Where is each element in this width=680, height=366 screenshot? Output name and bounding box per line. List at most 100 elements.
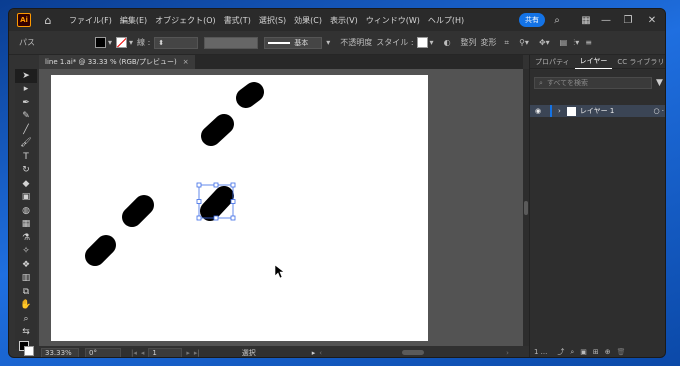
eyedropper-tool-icon[interactable]: ⚗ bbox=[15, 231, 37, 245]
home-icon[interactable]: ⌂ bbox=[41, 13, 55, 27]
layer-name[interactable]: レイヤー 1 bbox=[580, 106, 614, 116]
workspace-icon[interactable]: ▦ bbox=[579, 13, 593, 27]
arrange-icon[interactable]: ▤ bbox=[560, 38, 568, 47]
rotation-field[interactable]: 0° bbox=[85, 347, 121, 357]
artboard-tool-icon[interactable]: ⧉ bbox=[15, 285, 37, 299]
locate-object-icon[interactable]: ⌕ bbox=[570, 348, 574, 357]
opacity-label[interactable]: 不透明度 bbox=[340, 37, 372, 48]
expand-chevron-icon[interactable]: › bbox=[558, 107, 561, 115]
brush-definition-dropdown[interactable]: 基本 bbox=[264, 36, 323, 49]
menu-effect[interactable]: 効果(C) bbox=[290, 15, 326, 26]
resize-handle[interactable] bbox=[196, 182, 202, 188]
dash-segment-1[interactable] bbox=[85, 235, 116, 266]
horizontal-scrollbar-thumb[interactable] bbox=[402, 350, 425, 355]
minimize-icon[interactable]: — bbox=[599, 13, 613, 27]
canvas-area[interactable] bbox=[39, 69, 523, 347]
status-menu-icon[interactable]: ▸ bbox=[312, 349, 316, 357]
selected-dash-segment[interactable] bbox=[200, 186, 234, 221]
resize-handle[interactable] bbox=[196, 215, 202, 221]
chevron-down-icon[interactable]: ▾ bbox=[326, 38, 330, 47]
layer-row[interactable]: ◉ › レイヤー 1 ○ · bbox=[530, 105, 665, 117]
screen-mode-icon[interactable]: ▭ bbox=[15, 357, 37, 358]
hand-tool-icon[interactable]: ✋ bbox=[15, 299, 37, 313]
graphic-style-swatch[interactable] bbox=[416, 37, 428, 48]
resize-handle[interactable] bbox=[213, 182, 219, 188]
resize-handle[interactable] bbox=[230, 182, 236, 188]
panel-menu-icon[interactable]: ≡ bbox=[585, 38, 592, 47]
chevron-down-icon[interactable]: ▾ bbox=[129, 38, 133, 47]
type-tool-icon[interactable]: T bbox=[15, 150, 37, 164]
dash-segment-4[interactable] bbox=[236, 82, 264, 108]
zoom-level-field[interactable]: 33.33% bbox=[41, 347, 79, 357]
clipping-mask-icon[interactable]: ▣ bbox=[580, 348, 587, 356]
hscroll-left-icon[interactable]: ‹ bbox=[319, 349, 322, 357]
last-artboard-icon[interactable]: ▸| bbox=[194, 349, 200, 357]
resize-handle[interactable] bbox=[230, 215, 236, 221]
menu-select[interactable]: 選択(S) bbox=[255, 15, 290, 26]
fill-stroke-widget[interactable] bbox=[15, 339, 37, 357]
close-icon[interactable]: ✕ bbox=[645, 13, 659, 27]
delete-icon[interactable]: 🗑 bbox=[617, 348, 626, 356]
menu-window[interactable]: ウィンドウ(W) bbox=[362, 15, 424, 26]
menu-object[interactable]: オブジェクト(O) bbox=[151, 15, 220, 26]
artboard-number-field[interactable]: 1 bbox=[148, 347, 183, 357]
chevron-down-icon[interactable]: ▾ bbox=[430, 38, 434, 47]
pen-tool-icon[interactable]: ✒ bbox=[15, 96, 37, 110]
previous-artboard-icon[interactable]: ◂ bbox=[141, 349, 145, 357]
paintbrush-tool-icon[interactable]: 🖌 bbox=[15, 137, 37, 151]
blend-tool-icon[interactable]: ✧ bbox=[15, 245, 37, 259]
visibility-eye-icon[interactable]: ◉ bbox=[532, 107, 544, 115]
align-label[interactable]: 整列 bbox=[461, 37, 477, 48]
eraser-tool-icon[interactable]: ◆ bbox=[15, 177, 37, 191]
curvature-tool-icon[interactable]: ✎ bbox=[15, 110, 37, 124]
menu-file[interactable]: ファイル(F) bbox=[65, 15, 116, 26]
dash-segment-2[interactable] bbox=[122, 195, 154, 227]
shape-builder-icon[interactable]: ✥▾ bbox=[539, 38, 550, 47]
target-icon[interactable]: ○ · bbox=[653, 107, 664, 115]
zoom-tool-icon[interactable]: ⌕ bbox=[15, 312, 37, 326]
layer-search-input[interactable]: ⌕ すべてを検索 bbox=[534, 77, 652, 89]
tab-cc-libraries[interactable]: CC ライブラリ bbox=[612, 55, 665, 69]
resize-handle[interactable] bbox=[213, 215, 219, 221]
menu-help[interactable]: ヘルプ(H) bbox=[424, 15, 468, 26]
puppet-warp-icon[interactable]: ⚲▾ bbox=[519, 38, 529, 47]
direct-selection-tool-icon[interactable]: ▸ bbox=[15, 83, 37, 97]
isolate-icon[interactable]: ⌗ bbox=[505, 38, 510, 48]
artboard[interactable] bbox=[51, 75, 428, 341]
transform-label[interactable]: 変形 bbox=[481, 37, 497, 48]
rotate-tool-icon[interactable]: ↻ bbox=[15, 164, 37, 178]
stroke-weight-field[interactable]: ⬍ bbox=[154, 36, 199, 49]
resize-handle[interactable] bbox=[196, 199, 202, 204]
menu-edit[interactable]: 編集(E) bbox=[116, 15, 151, 26]
collect-export-icon[interactable]: ⤴ bbox=[557, 347, 564, 357]
document-tab[interactable]: line 1.ai* @ 33.33 % (RGB/プレビュー) × bbox=[39, 55, 195, 69]
scrollbar-thumb[interactable] bbox=[524, 201, 528, 215]
variable-width-profile[interactable] bbox=[204, 36, 259, 49]
new-layer-icon[interactable]: ⊕ bbox=[605, 348, 611, 356]
next-artboard-icon[interactable]: ▸ bbox=[186, 349, 190, 357]
close-tab-icon[interactable]: × bbox=[183, 58, 189, 66]
chevron-down-icon[interactable]: ▾ bbox=[108, 38, 112, 47]
menu-view[interactable]: 表示(V) bbox=[326, 15, 362, 26]
symbol-sprayer-tool-icon[interactable]: ❖ bbox=[15, 258, 37, 272]
shape-builder-tool-icon[interactable]: ◍ bbox=[15, 204, 37, 218]
swap-colors-icon[interactable]: ⇆ bbox=[15, 326, 37, 340]
maximize-icon[interactable]: ❐ bbox=[621, 13, 635, 27]
new-sublayer-icon[interactable]: ⊞ bbox=[593, 348, 599, 356]
mesh-tool-icon[interactable]: ▦ bbox=[15, 218, 37, 232]
align-options-icon[interactable]: ⫶▾ bbox=[573, 38, 579, 48]
tab-layers[interactable]: レイヤー bbox=[574, 55, 613, 69]
line-tool-icon[interactable]: ╱ bbox=[15, 123, 37, 137]
hscroll-right-icon[interactable]: › bbox=[506, 349, 509, 357]
filter-icon[interactable]: ▼ bbox=[656, 78, 663, 88]
first-artboard-icon[interactable]: |◂ bbox=[131, 349, 137, 357]
resize-handle[interactable] bbox=[230, 199, 236, 204]
gradient-tool-icon[interactable]: ▣ bbox=[15, 191, 37, 205]
selection-tool-icon[interactable]: ➤ bbox=[15, 69, 37, 83]
menu-type[interactable]: 書式(T) bbox=[220, 15, 255, 26]
search-icon[interactable]: ⌕ bbox=[550, 13, 564, 27]
stroke-swatch[interactable] bbox=[116, 37, 128, 48]
graph-tool-icon[interactable]: ▥ bbox=[15, 272, 37, 286]
recolor-icon[interactable]: ◐ bbox=[444, 38, 451, 47]
dash-segment-3[interactable] bbox=[201, 114, 234, 146]
